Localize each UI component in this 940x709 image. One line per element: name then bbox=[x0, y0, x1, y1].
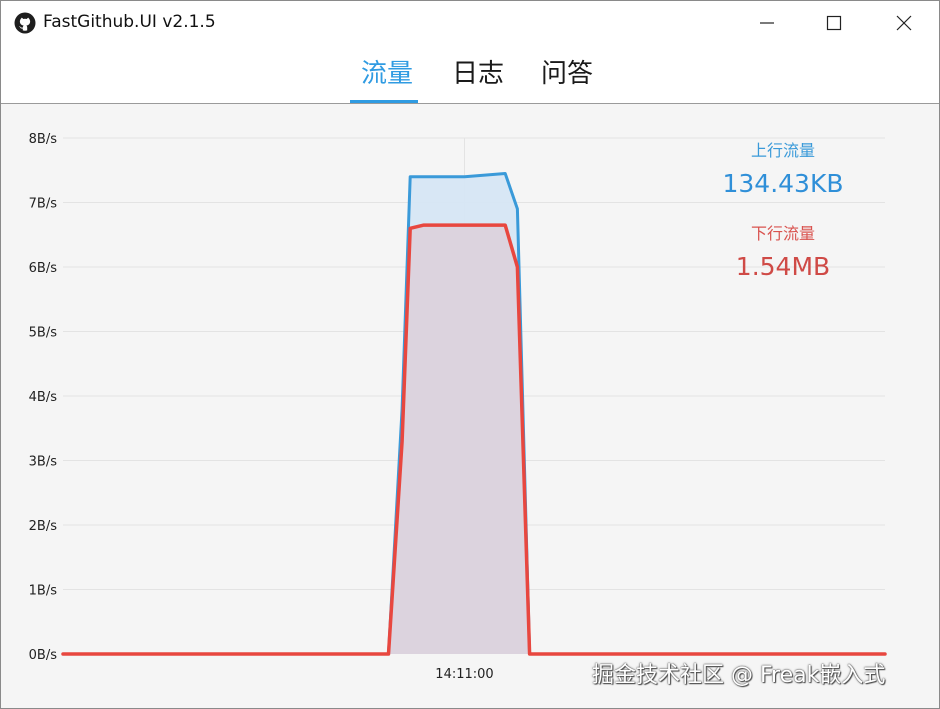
github-icon bbox=[14, 12, 36, 34]
y-tick-label: 8B/s bbox=[29, 132, 58, 147]
x-tick-label: 14:11:00 bbox=[435, 667, 493, 682]
minimize-icon bbox=[760, 22, 774, 24]
y-tick-label: 0B/s bbox=[29, 648, 58, 663]
close-button[interactable] bbox=[869, 1, 939, 45]
tab-traffic[interactable]: 流量 bbox=[361, 57, 413, 91]
upload-label: 上行流量 bbox=[750, 141, 815, 160]
y-tick-label: 2B/s bbox=[29, 519, 58, 534]
watermark: 掘金技术社区 @ Freak嵌入式 bbox=[592, 663, 886, 688]
window-title: FastGithub.UI v2.1.5 bbox=[43, 12, 216, 32]
close-icon bbox=[896, 15, 912, 31]
tab-log[interactable]: 日志 bbox=[452, 57, 504, 91]
y-tick-label: 7B/s bbox=[29, 197, 58, 212]
download-label: 下行流量 bbox=[750, 224, 815, 243]
upload-value: 134.43KB bbox=[722, 169, 844, 198]
tab-bar: 流量 日志 问答 bbox=[1, 45, 939, 103]
y-tick-label: 4B/s bbox=[29, 390, 58, 405]
maximize-icon bbox=[826, 15, 842, 31]
minimize-button[interactable] bbox=[732, 1, 802, 45]
traffic-chart: 0B/s 1B/s 2B/s 3B/s 4B/s 5B/s 6B/s 7B/s 8B/s 14:1… bbox=[1, 104, 939, 708]
tab-faq[interactable]: 问答 bbox=[541, 57, 593, 91]
title-bar[interactable]: FastGithub.UI v2.1.5 bbox=[1, 1, 939, 45]
maximize-button[interactable] bbox=[799, 1, 869, 45]
y-tick-label: 5B/s bbox=[29, 326, 58, 341]
app-window: FastGithub.UI v2.1.5 流量 日志 问答 0B/s 1B/s 2B… bbox=[0, 0, 940, 709]
download-value: 1.54MB bbox=[735, 252, 831, 281]
y-tick-label: 6B/s bbox=[29, 261, 58, 276]
y-tick-label: 1B/s bbox=[29, 584, 58, 599]
y-tick-label: 3B/s bbox=[29, 455, 58, 470]
